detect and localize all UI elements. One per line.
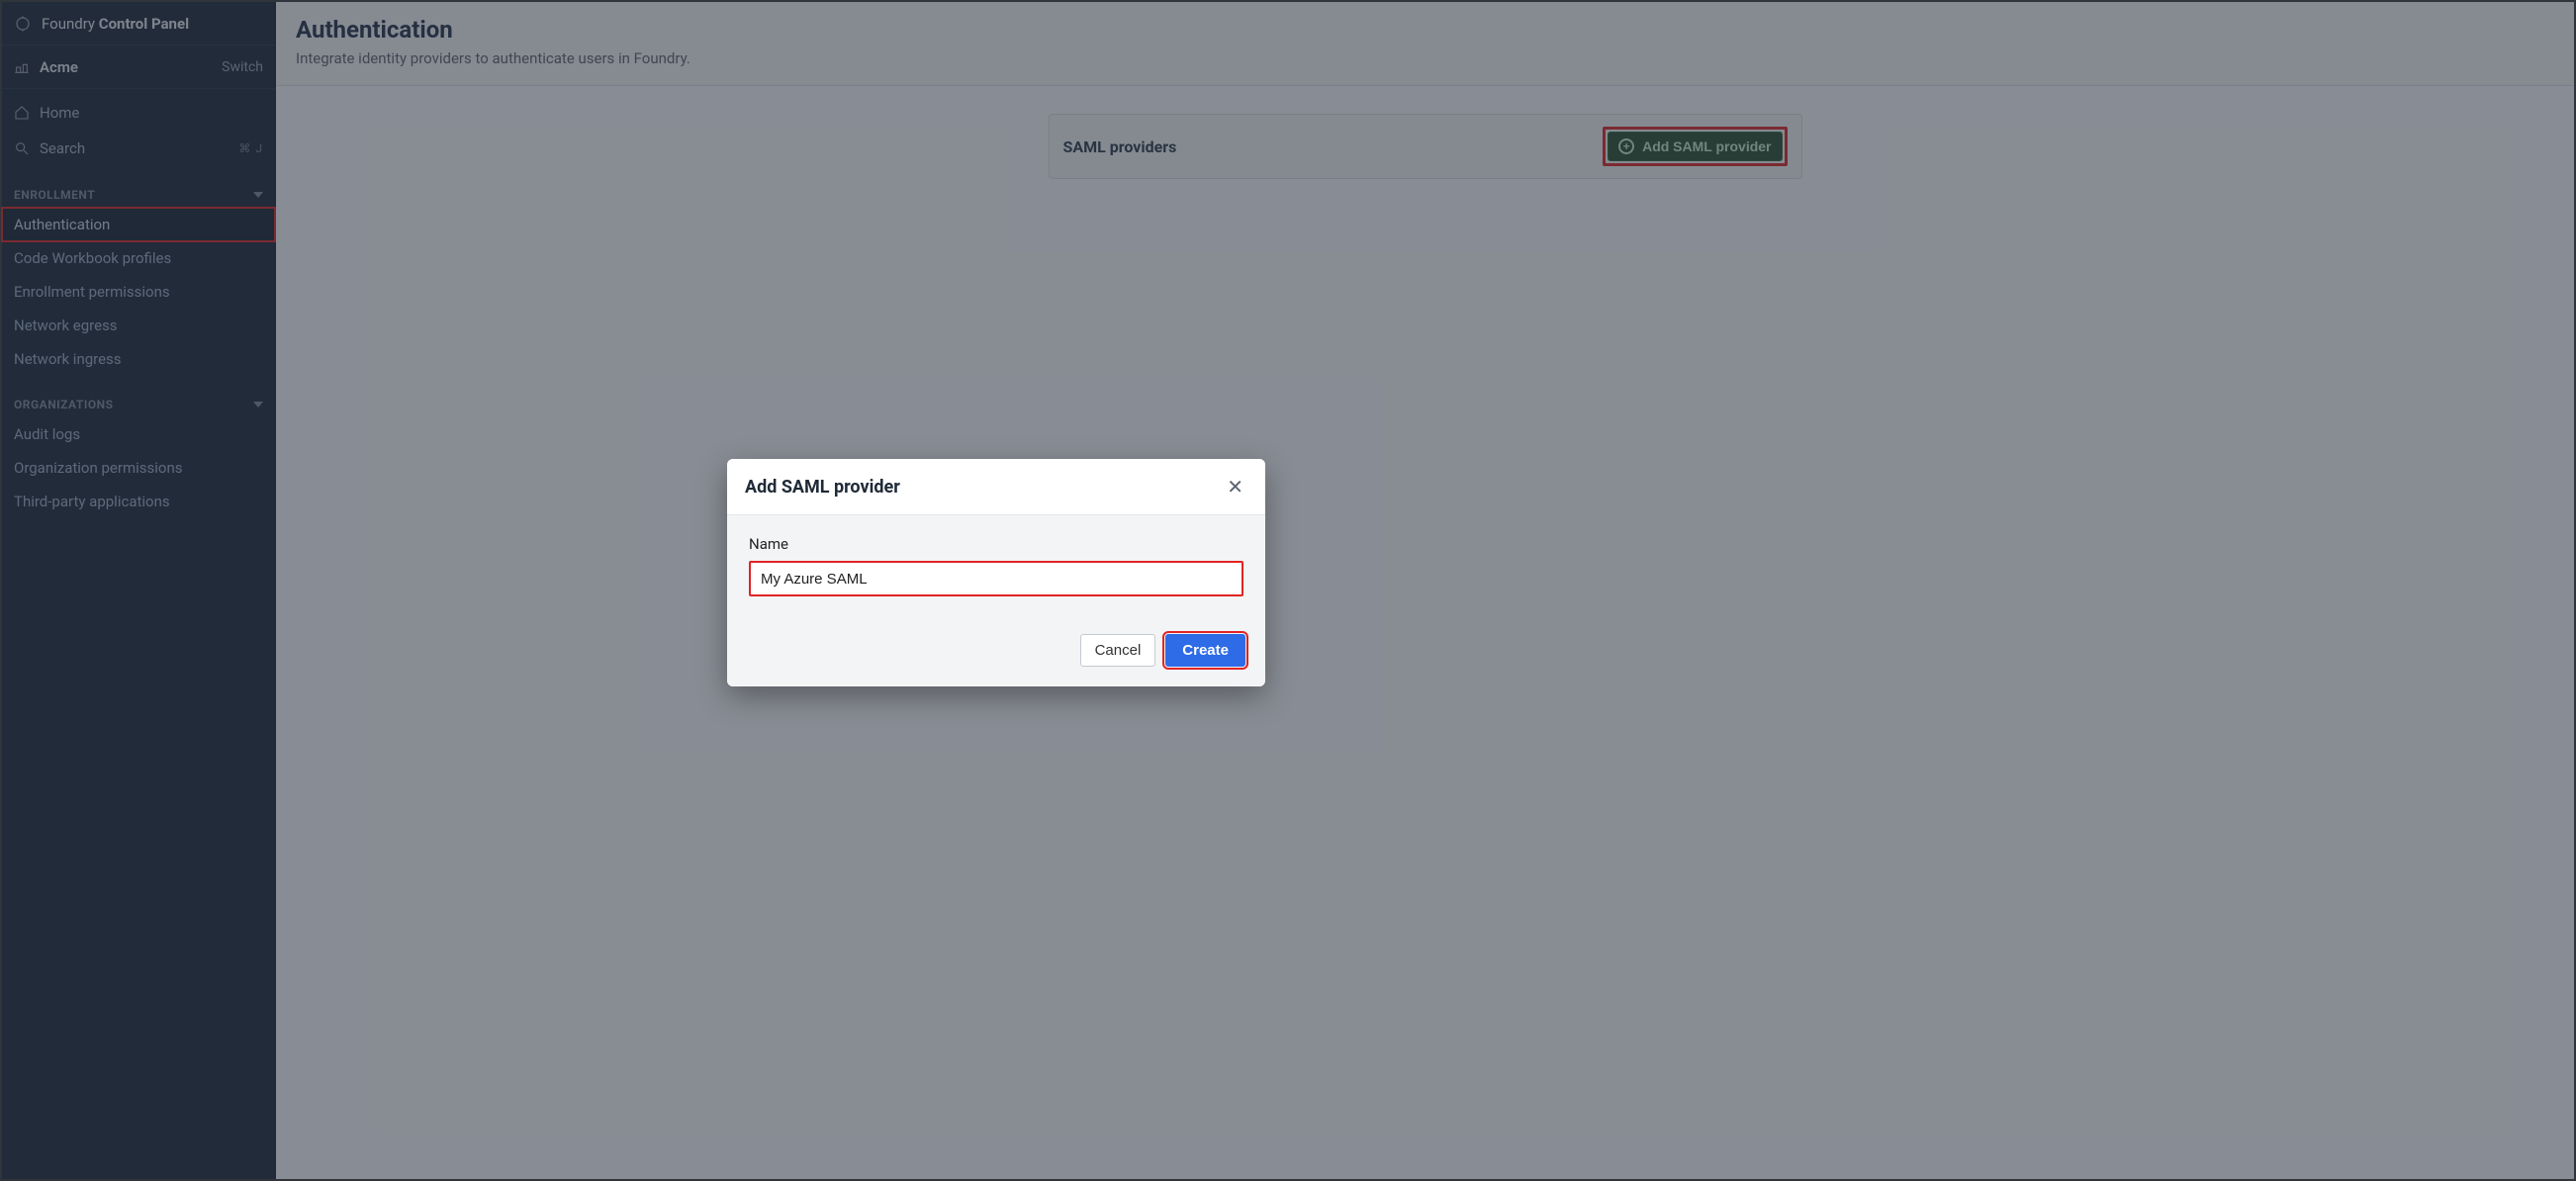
name-field-label: Name (749, 535, 1243, 553)
modal-body: Name (727, 515, 1265, 606)
modal-footer: Cancel Create (727, 606, 1265, 686)
add-saml-modal: Add SAML provider ✕ Name Cancel Create (727, 459, 1265, 686)
create-button[interactable]: Create (1165, 634, 1245, 667)
provider-name-input[interactable] (749, 561, 1243, 596)
modal-header: Add SAML provider ✕ (727, 459, 1265, 515)
close-icon[interactable]: ✕ (1223, 473, 1247, 500)
cancel-button[interactable]: Cancel (1080, 634, 1156, 667)
modal-backdrop[interactable] (0, 0, 2576, 1181)
modal-title: Add SAML provider (745, 477, 900, 498)
